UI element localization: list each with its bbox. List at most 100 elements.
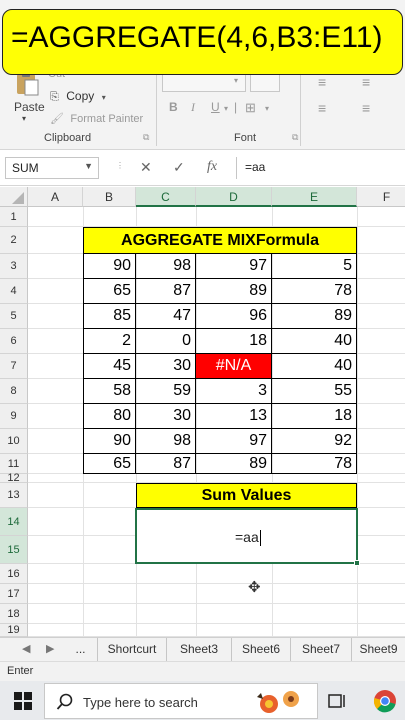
table-cell[interactable]: 2 xyxy=(83,329,136,354)
row-header-9[interactable]: 9 xyxy=(0,404,28,429)
tab-sheet6[interactable]: Sheet6 xyxy=(232,638,291,662)
table-cell[interactable]: 3 xyxy=(196,379,272,404)
row-header-6[interactable]: 6 xyxy=(0,329,28,354)
select-all-corner[interactable] xyxy=(0,187,28,207)
formula-input[interactable]: =aa xyxy=(236,157,405,179)
font-launcher-icon[interactable]: ⧉ xyxy=(292,132,298,143)
table-cell[interactable]: 78 xyxy=(272,279,357,304)
paste-button[interactable]: Paste xyxy=(14,100,45,114)
table-cell[interactable]: 89 xyxy=(196,454,272,474)
tab-scroll-left-icon[interactable]: ◀ xyxy=(22,642,30,655)
insert-function-icon[interactable]: fx xyxy=(207,159,217,175)
paste-dropdown-icon[interactable]: ▾ xyxy=(22,114,26,123)
table-cell[interactable]: 30 xyxy=(136,404,196,429)
table-cell[interactable]: 97 xyxy=(196,254,272,279)
borders-dropdown-icon[interactable]: ▾ xyxy=(265,104,269,113)
font-name-dropdown-icon[interactable]: ▾ xyxy=(234,76,238,85)
tab-sheet3[interactable]: Sheet3 xyxy=(167,638,232,662)
row-header-15[interactable]: 15 xyxy=(0,536,28,564)
align-middle-icon[interactable]: ≡ xyxy=(362,74,370,90)
row-header-4[interactable]: 4 xyxy=(0,279,28,304)
row-header-3[interactable]: 3 xyxy=(0,254,28,279)
underline-dropdown-icon[interactable]: ▾ xyxy=(224,104,228,113)
table-cell[interactable]: 59 xyxy=(136,379,196,404)
bold-button[interactable]: B xyxy=(169,100,178,114)
align-left-icon[interactable]: ≡ xyxy=(318,100,326,116)
font-size-box[interactable] xyxy=(250,72,280,92)
align-top-icon[interactable]: ≡ xyxy=(318,74,326,90)
table-cell[interactable]: 18 xyxy=(272,404,357,429)
column-header-b[interactable]: B xyxy=(83,187,136,207)
table-cell[interactable]: 40 xyxy=(272,329,357,354)
row-header-18[interactable]: 18 xyxy=(0,604,28,624)
cancel-icon[interactable]: ✕ xyxy=(140,159,152,176)
row-header-10[interactable]: 10 xyxy=(0,429,28,454)
row-header-5[interactable]: 5 xyxy=(0,304,28,329)
table-cell[interactable]: 87 xyxy=(136,279,196,304)
column-header-a[interactable]: A xyxy=(28,187,83,207)
tab-sheet7[interactable]: Sheet7 xyxy=(291,638,352,662)
table-cell[interactable]: 90 xyxy=(83,254,136,279)
table-cell[interactable]: 5 xyxy=(272,254,357,279)
underline-button[interactable]: U xyxy=(211,100,220,114)
row-header-8[interactable]: 8 xyxy=(0,379,28,404)
row-header-14[interactable]: 14 xyxy=(0,508,28,536)
align-center-icon[interactable]: ≡ xyxy=(362,100,370,116)
fill-handle[interactable] xyxy=(354,560,360,566)
table-cell[interactable]: 85 xyxy=(83,304,136,329)
table-cell[interactable]: 92 xyxy=(272,429,357,454)
borders-icon[interactable]: ⊞ xyxy=(245,100,256,116)
tab-more[interactable]: ... xyxy=(64,638,98,662)
table-cell[interactable]: 97 xyxy=(196,429,272,454)
row-header-7[interactable]: 7 xyxy=(0,354,28,379)
column-header-f[interactable]: F xyxy=(357,187,405,207)
row-header-1[interactable]: 1 xyxy=(0,207,28,227)
table-cell[interactable]: 65 xyxy=(83,279,136,304)
italic-button[interactable]: I xyxy=(191,100,195,115)
column-header-c[interactable]: C xyxy=(136,187,196,207)
worksheet-grid[interactable]: A B C D E F 1 2 3 4 5 6 7 8 9 10 11 12 13 14 15 16 17 18 1… xyxy=(0,187,405,637)
table-cell[interactable]: 87 xyxy=(136,454,196,474)
name-box-dropdown-icon[interactable]: ▼ xyxy=(84,161,93,171)
error-cell[interactable]: #N/A xyxy=(196,354,272,379)
tab-shortcurt[interactable]: Shortcurt xyxy=(98,638,167,662)
row-header-19[interactable]: 19 xyxy=(0,624,28,637)
column-header-d[interactable]: D xyxy=(196,187,272,207)
sum-values-edit-cell[interactable]: =aa xyxy=(135,508,360,566)
table-cell[interactable]: 47 xyxy=(136,304,196,329)
table-cell[interactable]: 96 xyxy=(196,304,272,329)
taskbar-search-box[interactable]: Type here to search xyxy=(44,683,318,719)
table-cell[interactable]: 40 xyxy=(272,354,357,379)
table-cell[interactable]: 0 xyxy=(136,329,196,354)
table-cell[interactable]: 98 xyxy=(136,254,196,279)
row-header-2[interactable]: 2 xyxy=(0,227,28,254)
tab-scroll-right-icon[interactable]: ▶ xyxy=(46,642,54,655)
table-cell[interactable]: 78 xyxy=(272,454,357,474)
row-header-12[interactable]: 12 xyxy=(0,473,28,484)
table-cell[interactable]: 98 xyxy=(136,429,196,454)
clipboard-launcher-icon[interactable]: ⧉ xyxy=(143,132,149,143)
row-header-13[interactable]: 13 xyxy=(0,483,28,508)
table-cell[interactable]: 55 xyxy=(272,379,357,404)
name-box[interactable]: SUM ▼ xyxy=(5,157,99,179)
table-cell[interactable]: 45 xyxy=(83,354,136,379)
table-cell[interactable]: 90 xyxy=(83,429,136,454)
table-cell[interactable]: 30 xyxy=(136,354,196,379)
chrome-icon[interactable] xyxy=(373,689,397,713)
table-cell[interactable]: 18 xyxy=(196,329,272,354)
copy-button[interactable]: ⎘ Copy ▾ xyxy=(50,87,106,105)
tab-sheet9[interactable]: Sheet9 xyxy=(352,638,405,662)
table-cell[interactable]: 65 xyxy=(83,454,136,474)
enter-icon[interactable]: ✓ xyxy=(173,159,185,176)
table-cell[interactable]: 58 xyxy=(83,379,136,404)
task-view-icon[interactable] xyxy=(328,692,346,710)
table-cell[interactable]: 89 xyxy=(196,279,272,304)
format-painter-button[interactable]: 🖌 Format Painter xyxy=(50,109,143,127)
windows-start-icon[interactable] xyxy=(14,692,32,710)
table-cell[interactable]: 13 xyxy=(196,404,272,429)
table-cell[interactable]: 89 xyxy=(272,304,357,329)
column-header-e[interactable]: E xyxy=(272,187,357,207)
row-header-17[interactable]: 17 xyxy=(0,584,28,604)
row-header-11[interactable]: 11 xyxy=(0,454,28,474)
table-cell[interactable]: 80 xyxy=(83,404,136,429)
